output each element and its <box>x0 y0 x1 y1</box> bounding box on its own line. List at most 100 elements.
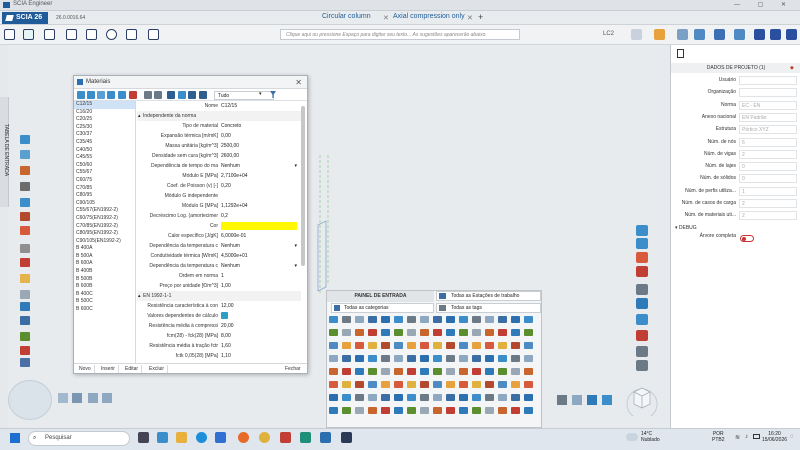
input-tool-icon[interactable] <box>485 355 494 362</box>
material-list-item[interactable]: C30/37 <box>74 131 135 139</box>
input-tool-icon[interactable] <box>433 381 442 388</box>
input-tool-icon[interactable] <box>472 329 481 336</box>
input-tool-icon[interactable] <box>329 355 338 362</box>
command-input[interactable]: Clique aqui ou pressione Espaço para dig… <box>280 29 520 40</box>
input-tool-icon[interactable] <box>394 316 403 323</box>
input-tool-icon[interactable] <box>459 407 468 414</box>
property-row[interactable]: Resistência média à tração fctr 1,60 <box>137 341 301 351</box>
property-row[interactable]: Resistência média à compressi 20,00 <box>137 321 301 331</box>
redo-icon[interactable] <box>154 91 162 99</box>
store-icon[interactable] <box>215 432 226 443</box>
material-list-item[interactable]: B 600C <box>74 306 135 314</box>
view-3d-icon[interactable] <box>86 29 97 40</box>
input-tool-icon[interactable] <box>342 329 351 336</box>
properties-grid[interactable]: Nome C12/15 Independente da norma ▴ Tipo de … <box>137 101 301 363</box>
task-view-icon[interactable] <box>138 432 149 443</box>
input-tool-icon[interactable] <box>524 407 533 414</box>
input-tool-icon[interactable] <box>472 355 481 362</box>
render-icon[interactable] <box>636 346 648 357</box>
input-tool-icon[interactable] <box>524 368 533 375</box>
input-tool-icon[interactable] <box>394 355 403 362</box>
material-list-item[interactable]: C70/85(EN1992-2) <box>74 223 135 231</box>
input-tool-icon[interactable] <box>524 342 533 349</box>
settings-icon[interactable] <box>714 29 725 40</box>
input-tool-icon[interactable] <box>381 329 390 336</box>
input-tool-icon[interactable] <box>485 316 494 323</box>
property-value[interactable]: 1 <box>221 271 224 281</box>
property-value[interactable]: 1,00 <box>221 281 231 291</box>
input-tool-icon[interactable] <box>459 342 468 349</box>
input-tool-icon[interactable] <box>342 394 351 401</box>
input-tool-icon[interactable] <box>420 368 429 375</box>
measure-icon[interactable] <box>20 332 30 341</box>
material-list-item[interactable]: B 400B <box>74 268 135 276</box>
input-tool-icon[interactable] <box>407 342 416 349</box>
property-row[interactable]: Coef. de Poisson (v) [-] 0,20 <box>137 181 301 191</box>
view-cube-icon[interactable] <box>625 382 659 416</box>
layers-icon[interactable] <box>636 284 648 295</box>
input-tool-icon[interactable] <box>355 329 364 336</box>
zoom-extents-icon[interactable] <box>557 395 567 405</box>
input-tool-icon[interactable] <box>459 368 468 375</box>
input-tool-icon[interactable] <box>329 407 338 414</box>
chevron-down-icon[interactable]: ▾ <box>259 91 262 97</box>
input-tool-icon[interactable] <box>368 394 377 401</box>
property-row[interactable]: Dependência da temperatura c Nenhum ▾ <box>137 261 301 271</box>
material-list-item[interactable]: B 500C <box>74 298 135 306</box>
insert-button[interactable]: Inserir <box>98 365 119 373</box>
property-value[interactable]: 1,60 <box>221 341 231 351</box>
chrome-icon[interactable] <box>259 432 270 443</box>
material-list-item[interactable]: C35/45 <box>74 139 135 147</box>
check-icon[interactable] <box>677 29 688 40</box>
load-display-icon[interactable] <box>636 252 648 263</box>
chevron-down-icon[interactable]: ▾ <box>294 161 297 171</box>
input-tool-icon[interactable] <box>433 407 442 414</box>
support-icon[interactable] <box>20 182 30 191</box>
input-tool-icon[interactable] <box>329 329 338 336</box>
input-tool-icon[interactable] <box>446 394 455 401</box>
slab-icon[interactable] <box>20 198 30 207</box>
input-tool-icon[interactable] <box>511 394 520 401</box>
weather-widget[interactable]: 14°C Nublado <box>641 431 660 443</box>
chevron-down-icon[interactable]: ▾ <box>294 241 297 251</box>
property-value[interactable]: Nenhum <box>221 261 240 271</box>
property-value[interactable]: 2600,00 <box>221 151 239 161</box>
property-row[interactable]: fcm(28) - fck(28) [MPa] 8,00 <box>137 331 301 341</box>
copy-icon[interactable] <box>87 91 95 99</box>
tab-close-icon[interactable]: ✕ <box>383 14 389 22</box>
input-tool-icon[interactable] <box>472 381 481 388</box>
material-list-item[interactable]: C60/75 <box>74 177 135 185</box>
pin-icon[interactable]: ◆ <box>790 65 794 71</box>
input-tool-icon[interactable] <box>420 407 429 414</box>
input-tool-icon[interactable] <box>381 381 390 388</box>
search-book-icon[interactable] <box>148 29 159 40</box>
input-tool-icon[interactable] <box>329 342 338 349</box>
input-tool-icon[interactable] <box>420 381 429 388</box>
property-row[interactable]: Dependência de tempo do ma Nenhum ▾ <box>137 161 301 171</box>
beam-icon[interactable] <box>20 150 30 159</box>
axis-icon[interactable] <box>636 238 648 249</box>
input-tool-icon[interactable] <box>498 355 507 362</box>
input-tool-icon[interactable] <box>407 381 416 388</box>
load-icon[interactable] <box>631 29 642 40</box>
property-value[interactable]: C12/15 <box>221 101 237 111</box>
taskbar-search[interactable]: Pesquisar <box>28 431 130 446</box>
property-row[interactable]: fctk 0,05(28) [MPa] 1,10 <box>137 351 301 361</box>
project-field-value[interactable]: 2 <box>739 199 797 208</box>
thermal-icon[interactable] <box>20 274 30 283</box>
input-tool-icon[interactable] <box>511 342 520 349</box>
chevron-down-icon[interactable]: ▾ <box>294 261 297 271</box>
input-tool-icon[interactable] <box>394 394 403 401</box>
material-list-item[interactable]: C20/25 <box>74 116 135 124</box>
library-icon[interactable] <box>126 29 137 40</box>
model-icon[interactable] <box>66 29 77 40</box>
property-value[interactable]: 6,0000e-01 <box>221 231 246 241</box>
cube-view-icon[interactable] <box>636 298 648 309</box>
collapse-icon[interactable]: ▴ <box>138 111 141 121</box>
input-tool-icon[interactable] <box>355 407 364 414</box>
input-tool-icon[interactable] <box>342 407 351 414</box>
input-tool-icon[interactable] <box>368 381 377 388</box>
import-icon[interactable] <box>97 91 105 99</box>
material-list-item[interactable]: B 500A <box>74 253 135 261</box>
widgets-icon[interactable] <box>157 432 168 443</box>
